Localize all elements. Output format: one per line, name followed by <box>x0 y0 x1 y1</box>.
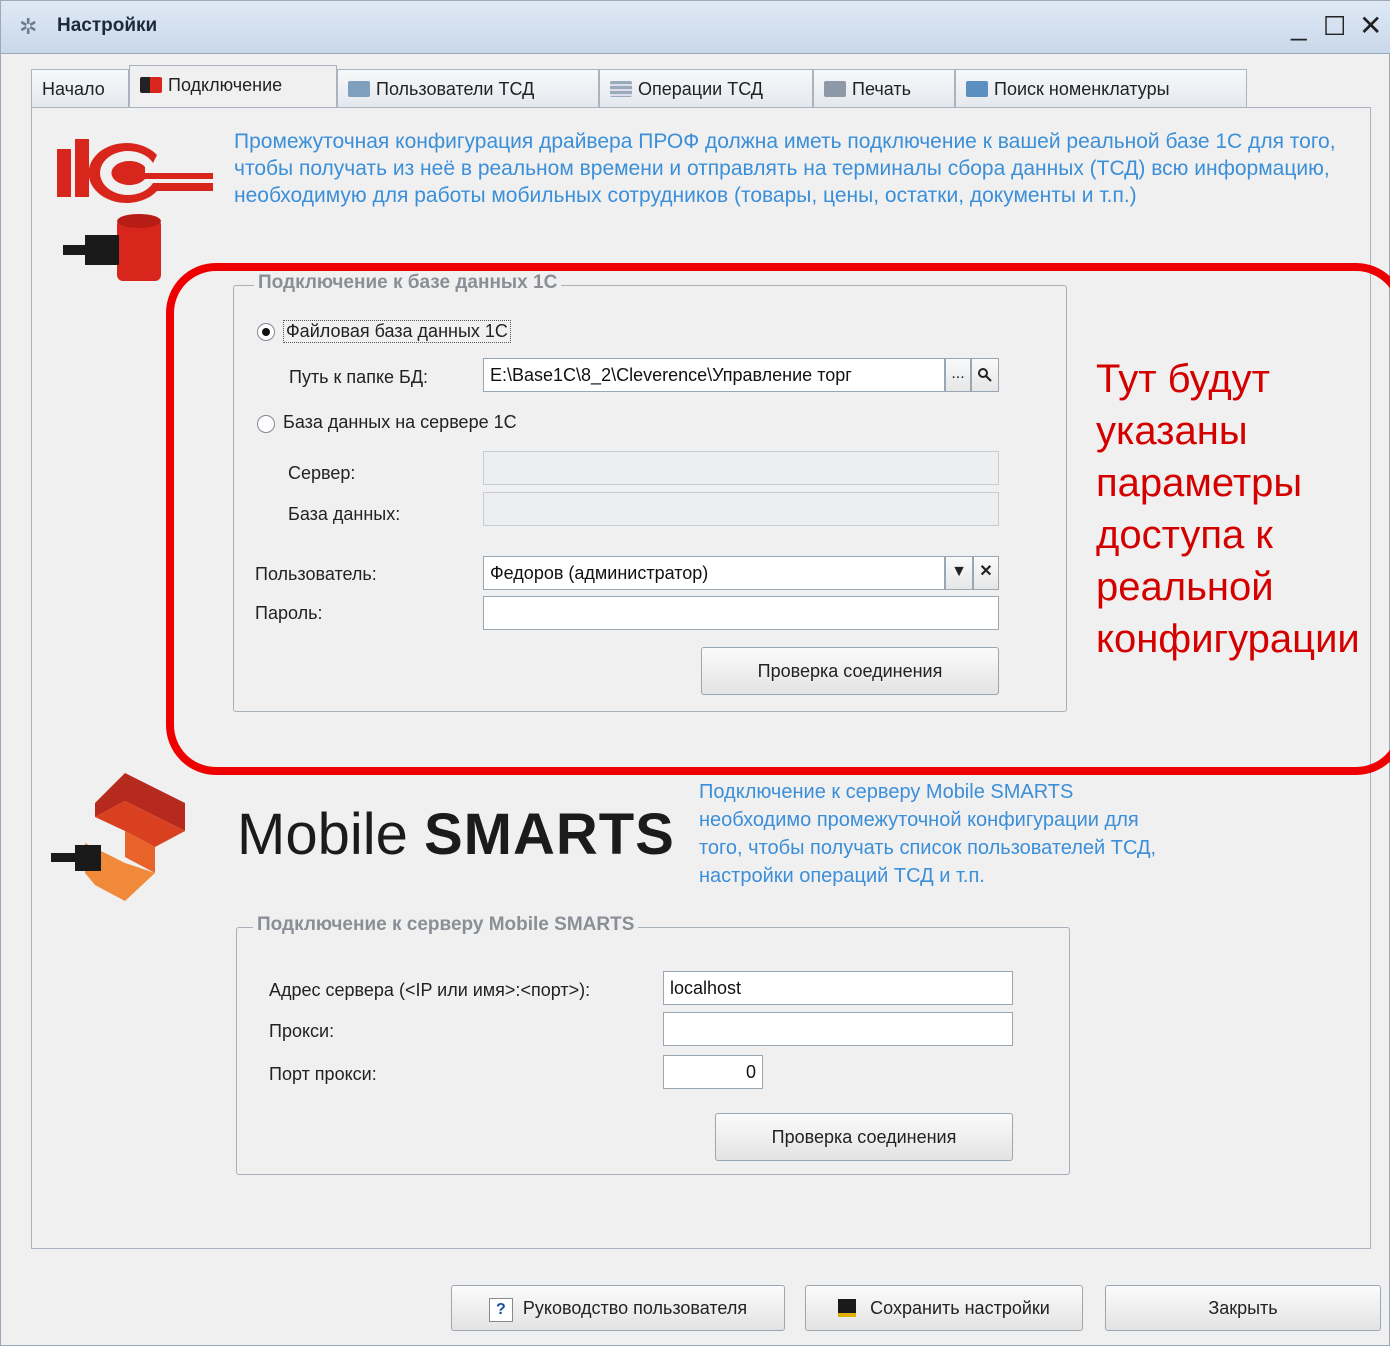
logo-1c-icon <box>57 139 213 281</box>
proxy-label: Прокси: <box>269 1021 335 1041</box>
db-path-field[interactable]: E:\Base1C\8_2\Cleverence\Управление торг <box>483 358 945 392</box>
ms-test-connection-button[interactable]: Проверка соединения <box>715 1113 1013 1161</box>
db-info-text: Промежуточная конфигурация драйвера ПРОФ… <box>234 130 1336 207</box>
close-button[interactable]: Закрыть <box>1105 1285 1381 1331</box>
tab-label: Подключение <box>168 75 283 95</box>
tab-connection[interactable]: Подключение <box>129 65 337 107</box>
proxy-port-field[interactable]: 0 <box>663 1055 763 1089</box>
database-label: База данных: <box>288 504 401 524</box>
operations-icon <box>610 81 632 97</box>
tab-label: Поиск номенклатуры <box>994 79 1170 99</box>
proxy-field[interactable] <box>663 1012 1013 1046</box>
server-address-label: Адрес сервера (<IP или имя>:<порт>): <box>269 980 591 1000</box>
ms-info-text: Подключение к серверу Mobile SMARTS необ… <box>699 778 1379 890</box>
tab-item-search[interactable]: Поиск номенклатуры <box>955 69 1247 107</box>
mobile-smarts-wordmark: Mobile SMARTS <box>237 801 675 868</box>
server-address-field[interactable]: localhost <box>663 971 1013 1005</box>
plug-icon <box>140 77 162 93</box>
search-doc-icon <box>966 81 988 97</box>
tab-tsd-users[interactable]: Пользователи ТСД <box>337 69 599 107</box>
annotation-line: конфигурации <box>1096 617 1360 661</box>
ms-info-line: необходимо промежуточной конфигурации дл… <box>699 809 1139 831</box>
browse-button[interactable]: ... <box>945 358 971 392</box>
proxy-port-label: Порт прокси: <box>269 1064 377 1084</box>
server-label: Сервер: <box>288 463 356 483</box>
close-window-button[interactable]: ✕ <box>1359 11 1382 41</box>
wordmark-bold: SMARTS <box>423 802 675 867</box>
save-icon <box>838 1299 857 1317</box>
tab-label: Печать <box>852 79 911 99</box>
file-db-radio[interactable] <box>257 323 275 341</box>
database-field[interactable] <box>483 492 999 526</box>
tab-start[interactable]: Начало <box>31 69 129 107</box>
printer-icon <box>824 81 846 97</box>
annotation-line: указаны <box>1096 409 1248 453</box>
password-field[interactable] <box>483 596 999 630</box>
password-label: Пароль: <box>255 603 323 623</box>
user-dropdown-button[interactable]: ▼ <box>945 556 973 590</box>
annotation-line: реальной <box>1096 565 1274 609</box>
annotation-text: Тут будут указаны параметры доступа к ре… <box>1096 353 1360 665</box>
save-settings-label: Сохранить настройки <box>870 1298 1050 1318</box>
user-manual-button[interactable]: ? Руководство пользователя <box>451 1285 785 1331</box>
user-clear-button[interactable]: ✕ <box>973 556 999 590</box>
annotation-line: Тут будут <box>1096 357 1270 401</box>
magnifier-icon <box>978 368 992 382</box>
user-label: Пользователь: <box>255 564 377 584</box>
server-db-radio[interactable] <box>257 415 275 433</box>
tab-label: Пользователи ТСД <box>376 79 535 99</box>
minimize-button[interactable]: _ <box>1291 11 1307 41</box>
chevron-down-icon: ▼ <box>951 563 967 580</box>
help-icon: ? <box>488 1298 513 1322</box>
server-db-label[interactable]: База данных на сервере 1С <box>283 412 517 433</box>
clear-icon: ✕ <box>979 563 993 580</box>
tab-label: Операции ТСД <box>638 79 763 99</box>
annotation-line: параметры <box>1096 461 1303 505</box>
title-bar[interactable]: ✲ Настройки _ ☐ ✕ <box>1 1 1390 54</box>
save-settings-button[interactable]: Сохранить настройки <box>805 1285 1083 1331</box>
wordmark-regular: Mobile <box>237 802 424 867</box>
ms-info-line: настройки операций ТСД и т.п. <box>699 865 985 887</box>
annotation-line: доступа к <box>1096 513 1273 557</box>
tab-tsd-operations[interactable]: Операции ТСД <box>599 69 813 107</box>
user-manual-label: Руководство пользователя <box>522 1298 748 1318</box>
tab-print[interactable]: Печать <box>813 69 955 107</box>
ms-info-line: Подключение к серверу Mobile SMARTS <box>699 781 1074 803</box>
maximize-button[interactable]: ☐ <box>1323 11 1346 41</box>
ms-group-title: Подключение к серверу Mobile SMARTS <box>253 914 639 936</box>
path-label: Путь к папке БД: <box>289 367 429 387</box>
file-db-label[interactable]: Файловая база данных 1С <box>283 320 511 343</box>
mobile-smarts-logo-icon <box>51 773 185 901</box>
window-title: Настройки <box>57 15 158 36</box>
db-group-title: Подключение к базе данных 1С <box>254 272 562 294</box>
ms-info-line: того, чтобы получать список пользователе… <box>699 837 1157 859</box>
settings-window: ✲ Настройки _ ☐ ✕ Начало Подключение Пол… <box>0 0 1390 1346</box>
users-icon <box>348 81 370 97</box>
server-field[interactable] <box>483 451 999 485</box>
open-folder-button[interactable] <box>971 358 999 392</box>
user-field[interactable]: Федоров (администратор) <box>483 556 945 590</box>
settings-icon: ✲ <box>19 14 38 39</box>
tab-label: Начало <box>42 79 105 99</box>
db-test-connection-button[interactable]: Проверка соединения <box>701 647 999 695</box>
